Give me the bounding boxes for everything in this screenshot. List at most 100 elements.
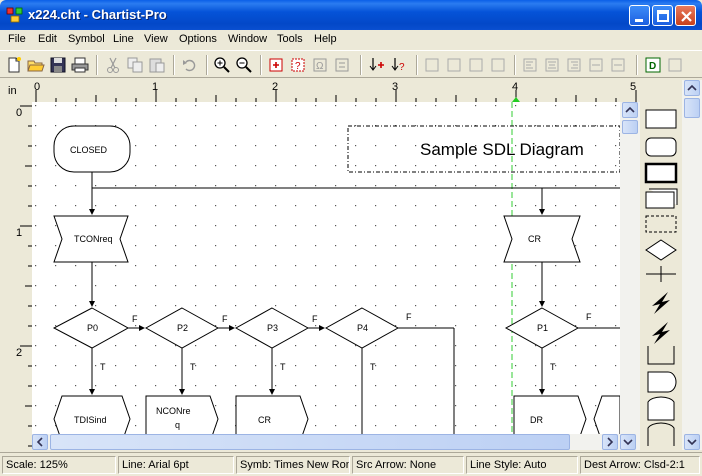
palette-decision-symbol[interactable] (645, 239, 677, 261)
status-src-arrow: Src Arrow: None (352, 456, 464, 474)
menu-tools[interactable]: Tools (277, 33, 303, 45)
status-line-font: Line: Arial 6pt (118, 456, 234, 474)
toolbar-separator (96, 55, 98, 75)
menu-line[interactable]: Line (113, 33, 134, 45)
palette-arch-symbol[interactable] (647, 422, 675, 446)
zoom-in-icon[interactable] (212, 55, 232, 75)
palette-dashed-symbol[interactable] (645, 215, 677, 233)
maximize-button[interactable] (652, 5, 673, 26)
sdl-diagram[interactable]: Sample SDL Diagram CLOSED TCONreq CR P0 … (32, 102, 620, 450)
scroll-thumb[interactable] (622, 120, 638, 134)
symbol-swap-icon[interactable] (332, 55, 352, 75)
branch-f-label: F (586, 312, 592, 322)
canvas-horizontal-scrollbar[interactable] (32, 434, 620, 450)
font-style-icon[interactable] (488, 55, 508, 75)
branch-t-label: T (100, 362, 106, 372)
ruler-v-label-2: 2 (16, 347, 22, 359)
symbol-help-icon[interactable]: ? (288, 55, 308, 75)
menu-options[interactable]: Options (179, 33, 217, 45)
status-bar: Scale: 125% Line: Arial 6pt Symb: Times … (0, 452, 702, 476)
new-file-icon[interactable] (4, 55, 24, 75)
title-bar[interactable]: x224.cht - Chartist-Pro (0, 0, 702, 30)
menu-help[interactable]: Help (314, 33, 337, 45)
scroll-down-button[interactable] (684, 434, 700, 450)
paste-icon[interactable] (147, 55, 167, 75)
window-vertical-scrollbar[interactable] (682, 80, 702, 450)
scroll-thumb[interactable] (684, 98, 700, 118)
ruler-h-label-4: 4 (512, 81, 518, 93)
branch-f-label: F (222, 314, 228, 324)
add-line-icon[interactable] (367, 55, 387, 75)
valign-icon[interactable] (608, 55, 628, 75)
toolbar-separator (514, 55, 516, 75)
menu-view[interactable]: View (144, 33, 168, 45)
output-cr-label: CR (258, 415, 271, 425)
palette-arch-symbol[interactable] (647, 396, 675, 421)
ruler-unit-label: in (8, 85, 17, 97)
open-folder-icon[interactable] (26, 55, 46, 75)
palette-connector-symbol[interactable] (646, 266, 676, 282)
scroll-left-button[interactable] (32, 434, 48, 450)
toolbar: ? Ω ? D (0, 50, 702, 78)
decision-p0-label: P0 (87, 323, 98, 333)
palette-bold-symbol[interactable] (644, 162, 678, 184)
horizontal-ruler[interactable]: 0 1 2 3 4 5 (32, 80, 640, 102)
app-icon[interactable] (6, 6, 24, 24)
decision-p3-label: P3 (267, 323, 278, 333)
font-style-icon[interactable] (444, 55, 464, 75)
copy-icon[interactable] (125, 55, 145, 75)
minimize-button[interactable] (629, 5, 650, 26)
add-symbol-icon[interactable] (266, 55, 286, 75)
menu-window[interactable]: Window (228, 33, 267, 45)
palette-lightning-icon[interactable] (652, 292, 670, 314)
palette-task-symbol[interactable] (645, 109, 677, 129)
scroll-down-button[interactable] (620, 434, 636, 450)
vertical-ruler[interactable]: 0 1 2 (0, 102, 32, 450)
palette-rounded-symbol[interactable] (645, 137, 677, 157)
toolbar-separator (260, 55, 262, 75)
close-button[interactable] (675, 5, 696, 26)
zoom-out-icon[interactable] (234, 55, 254, 75)
input-cr-top[interactable] (503, 215, 581, 263)
scroll-up-button[interactable] (684, 80, 700, 96)
palette-stack-symbol[interactable] (645, 188, 678, 209)
justify-icon[interactable] (586, 55, 606, 75)
palette-delay-symbol[interactable] (647, 371, 677, 393)
align-left-icon[interactable] (520, 55, 540, 75)
palette-lightning-icon[interactable] (652, 322, 670, 344)
print-icon[interactable] (70, 55, 90, 75)
symbol-palette (640, 102, 682, 450)
input-cr-top-label: CR (528, 234, 541, 244)
menu-edit[interactable]: Edit (38, 33, 57, 45)
scroll-right-button[interactable] (602, 434, 618, 450)
symbol-omega-icon[interactable]: Ω (310, 55, 330, 75)
branch-f-label: F (312, 314, 318, 324)
palette-bracket-symbol[interactable] (647, 346, 675, 365)
page-frame-icon[interactable] (665, 55, 685, 75)
menu-symbol[interactable]: Symbol (68, 33, 105, 45)
branch-t-label: T (370, 362, 376, 372)
font-style-icon[interactable] (466, 55, 486, 75)
line-help-icon[interactable]: ? (389, 55, 409, 75)
branch-f-label: F (132, 314, 138, 324)
branch-f-label: F (406, 312, 412, 322)
toolbar-separator (206, 55, 208, 75)
scroll-thumb[interactable] (50, 434, 570, 450)
branch-t-label: T (190, 362, 196, 372)
align-center-icon[interactable] (542, 55, 562, 75)
decision-p1-label: P1 (537, 323, 548, 333)
display-mode-icon[interactable]: D (643, 55, 663, 75)
canvas-vertical-scrollbar[interactable] (620, 102, 640, 450)
ruler-h-label-5: 5 (630, 81, 636, 93)
save-icon[interactable] (48, 55, 68, 75)
diagram-title: Sample SDL Diagram (420, 140, 584, 159)
undo-icon[interactable] (180, 55, 200, 75)
cut-icon[interactable] (103, 55, 123, 75)
ruler-h-label-1: 1 (152, 81, 158, 93)
scroll-up-button[interactable] (622, 102, 638, 118)
menu-file[interactable]: File (8, 33, 26, 45)
status-dest-arrow: Dest Arrow: Clsd-2:1 (580, 456, 700, 474)
align-right-icon[interactable] (564, 55, 584, 75)
diagram-canvas[interactable]: Sample SDL Diagram CLOSED TCONreq CR P0 … (32, 102, 640, 450)
font-style-icon[interactable] (422, 55, 442, 75)
